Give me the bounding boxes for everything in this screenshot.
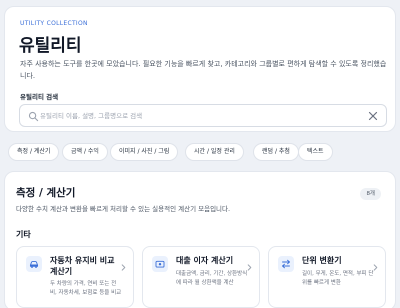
page-title: 유틸리티: [19, 36, 82, 56]
tool-icon-box: [152, 256, 168, 272]
tool-icon-box: [26, 256, 42, 272]
category-chip-schedule[interactable]: 시간 / 일정 관리: [185, 143, 244, 161]
search-icon: [28, 111, 39, 122]
section-title: 측정 / 계산기: [16, 187, 76, 199]
tool-name: 자동차 유지비 비교 계산기: [50, 256, 115, 276]
swap-icon: [282, 259, 290, 269]
tool-card-car-cost[interactable]: 자동차 유지비 비교 계산기 두 차량의 가격, 연비 또는 전비, 자동차세,…: [16, 246, 134, 308]
group-heading: 기타: [16, 230, 31, 239]
tool-description: 두 차량의 가격, 연비 또는 전비, 자동차세, 보험료 등을 비교: [50, 281, 122, 296]
page-description: 자주 사용하는 도구를 한곳에 모았습니다. 필요한 기능을 빠르게 찾고, 카…: [20, 60, 387, 80]
car-icon: [29, 261, 39, 268]
clear-icon[interactable]: [368, 111, 378, 121]
chevron-right-icon: [121, 264, 126, 271]
section-card: 측정 / 계산기 8개 다양한 수치 계산과 변환을 빠르게 처리할 수 있는 …: [4, 171, 396, 308]
tool-name: 대출 이자 계산기: [176, 256, 234, 265]
wallet-icon: [155, 260, 165, 268]
search-box[interactable]: [19, 104, 387, 127]
category-chip-text[interactable]: 텍스트: [298, 143, 333, 161]
tool-description: 길이, 무게, 온도, 면적, 부피 단위를 빠르게 변환: [302, 271, 374, 286]
tool-card-unit-converter[interactable]: 단위 변환기 길이, 무게, 온도, 면적, 부피 단위를 빠르게 변환: [268, 246, 386, 308]
eyebrow-label: UTILITY COLLECTION: [20, 20, 88, 27]
search-label: 유틸리티 검색: [20, 93, 59, 101]
category-chip-random[interactable]: 랜덤 / 추첨: [253, 143, 299, 161]
category-chip-measure[interactable]: 측정 / 계산기: [8, 143, 60, 161]
tool-description: 대출금액, 금리, 기간, 상환방식에 따라 월 상환액을 계산: [176, 271, 248, 286]
chevron-right-icon: [373, 264, 378, 271]
header-card: UTILITY COLLECTION 유틸리티 자주 사용하는 도구를 한곳에 …: [4, 6, 396, 132]
tool-name: 단위 변환기: [302, 256, 342, 265]
category-chip-money[interactable]: 금액 / 수익: [62, 143, 108, 161]
tool-card-loan-interest[interactable]: 대출 이자 계산기 대출금액, 금리, 기간, 상환방식에 따라 월 상환액을 …: [142, 246, 260, 308]
section-description: 다양한 수치 계산과 변환을 빠르게 처리할 수 있는 실용적인 계산기 모음입…: [16, 205, 231, 213]
tool-icon-box: [278, 256, 294, 272]
category-chip-image[interactable]: 이미지 / 사진 / 그림: [110, 143, 179, 161]
chevron-right-icon: [247, 264, 252, 271]
count-badge: 8개: [360, 188, 381, 200]
category-tabs: 측정 / 계산기 금액 / 수익 이미지 / 사진 / 그림 시간 / 일정 관…: [4, 140, 396, 164]
search-input[interactable]: [40, 108, 370, 124]
